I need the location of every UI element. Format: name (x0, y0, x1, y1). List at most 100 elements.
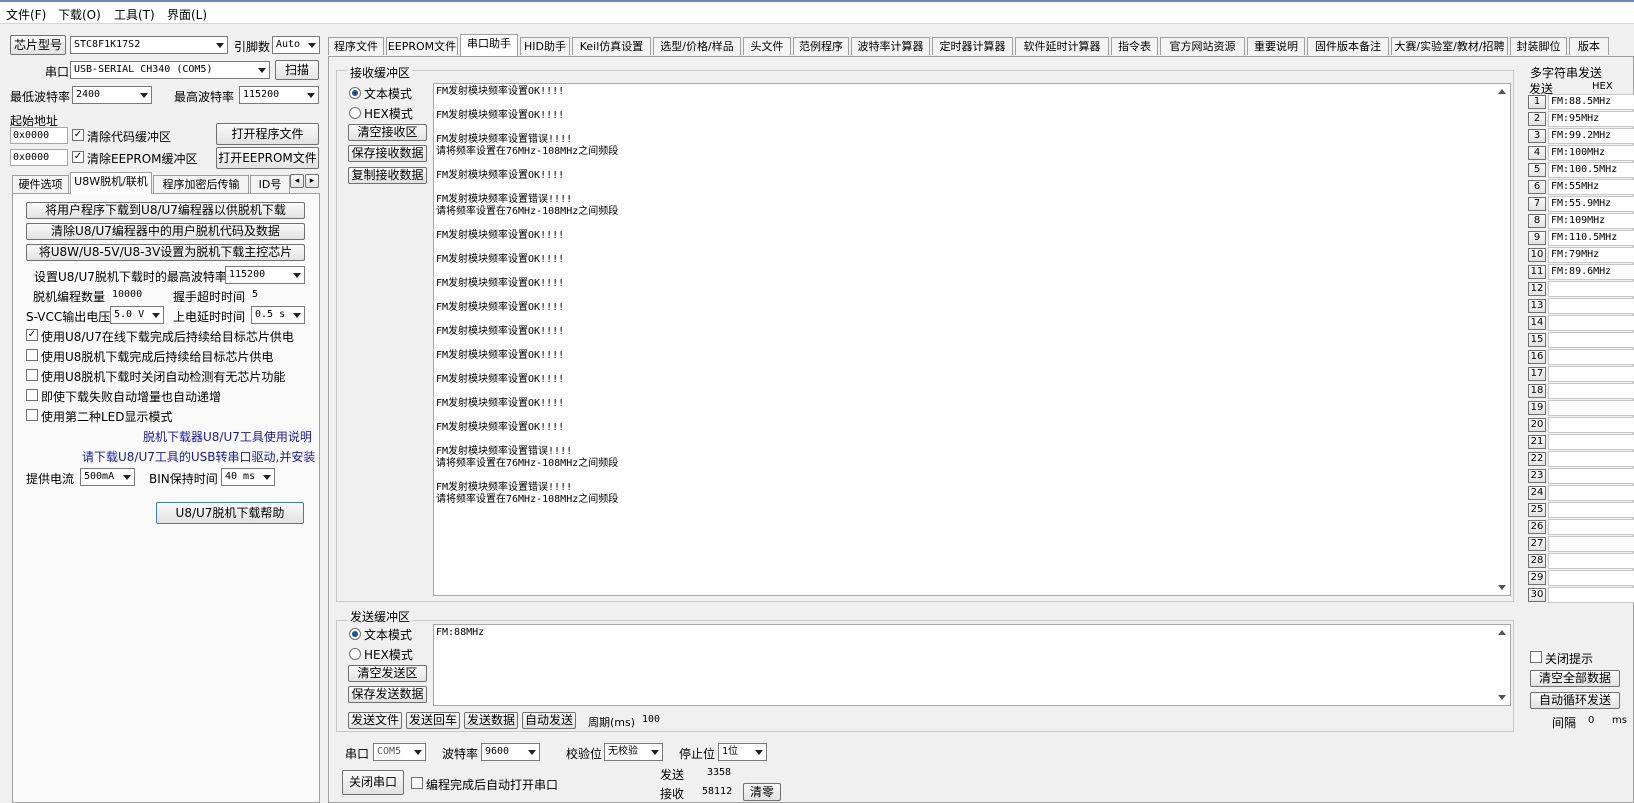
chip-model-select[interactable]: STC8F1K17S2 (70, 36, 228, 54)
tab-program-file[interactable]: 程序文件 (328, 37, 384, 55)
tab-version[interactable]: 版本 (1569, 37, 1609, 55)
eeprom-address-input[interactable]: 0x0000 (10, 149, 68, 166)
tab-eeprom-file[interactable]: EEPROM文件 (386, 37, 458, 55)
multi-send-input[interactable]: FM:95MHz (1548, 111, 1634, 127)
download-to-u8-button[interactable]: 将用户程序下载到U8/U7编程器以供脱机下载 (26, 202, 305, 219)
multi-send-button[interactable]: 26 (1528, 520, 1546, 534)
send-textarea[interactable]: FM:88MHz (433, 624, 1511, 706)
tab-header-file[interactable]: 头文件 (743, 37, 791, 55)
online-power-checkbox[interactable]: ✓ (26, 329, 38, 341)
multi-send-input[interactable] (1548, 502, 1634, 518)
multi-send-input[interactable] (1548, 451, 1634, 467)
multi-send-button[interactable]: 9 (1528, 231, 1546, 245)
tab-scroll-right-icon[interactable]: ▸ (305, 174, 319, 188)
period-input[interactable]: 100 (640, 712, 670, 728)
u8-offline-help-button[interactable]: U8/U7脱机下载帮助 (156, 502, 304, 524)
auto-loop-send-button[interactable]: 自动循环发送 (1530, 692, 1620, 709)
multi-send-button[interactable]: 22 (1528, 452, 1546, 466)
tab-contest-lab[interactable]: 大赛/实验室/教材/招聘 (1391, 37, 1508, 55)
code-address-input[interactable]: 0x0000 (10, 127, 68, 144)
multi-send-input[interactable] (1548, 349, 1634, 365)
multi-send-input[interactable] (1548, 400, 1634, 416)
multi-send-button[interactable]: 23 (1528, 469, 1546, 483)
multi-send-input[interactable] (1548, 434, 1634, 450)
menu-tools[interactable]: 工具(T) (114, 6, 155, 23)
tab-example-program[interactable]: 范例程序 (793, 37, 849, 55)
multi-send-input[interactable] (1548, 519, 1634, 535)
save-receive-button[interactable]: 保存接收数据 (348, 145, 427, 162)
multi-send-input[interactable]: FM:89.6MHz (1548, 264, 1634, 280)
multi-send-input[interactable]: FM:99.2MHz (1548, 128, 1634, 144)
tab-package-pinout[interactable]: 封装脚位 (1510, 37, 1567, 55)
send-enter-button[interactable]: 发送回车 (406, 712, 460, 729)
multi-send-input[interactable]: FM:88.5MHz (1548, 94, 1634, 110)
multi-send-input[interactable] (1548, 485, 1634, 501)
multi-send-input[interactable] (1548, 332, 1634, 348)
tab-scroll-left-icon[interactable]: ◂ (290, 174, 304, 188)
tab-delay-calculator[interactable]: 软件延时计算器 (1015, 37, 1109, 55)
multi-send-button[interactable]: 25 (1528, 503, 1546, 517)
multi-send-button[interactable]: 21 (1528, 435, 1546, 449)
multi-send-button[interactable]: 1 (1528, 95, 1546, 109)
auto-increment-checkbox[interactable] (26, 389, 38, 401)
offline-max-baud-select[interactable]: 115200 (225, 266, 305, 284)
multi-send-button[interactable]: 20 (1528, 418, 1546, 432)
tab-u8w-offline[interactable]: U8W脱机/联机 (70, 172, 152, 194)
open-program-file-button[interactable]: 打开程序文件 (216, 123, 319, 145)
clear-send-button[interactable]: 清空发送区 (348, 665, 427, 682)
send-hex-mode-radio[interactable] (349, 648, 361, 660)
scroll-up-icon[interactable] (1498, 89, 1506, 94)
menu-file[interactable]: 文件(F) (6, 6, 46, 23)
clear-count-button[interactable]: 清零 (743, 783, 781, 801)
tab-baud-calculator[interactable]: 波特率计算器 (851, 37, 930, 55)
close-serial-button[interactable]: 关闭串口 (342, 770, 404, 795)
scroll-up-icon[interactable] (1498, 630, 1506, 635)
min-baud-select[interactable]: 2400 (72, 86, 152, 104)
send-scrollbar[interactable] (1495, 625, 1509, 705)
multi-send-input[interactable]: FM:79MHz (1548, 247, 1634, 263)
clear-code-checkbox[interactable]: ✓ (72, 129, 84, 141)
multi-send-input[interactable] (1548, 298, 1634, 314)
serial-port-select[interactable]: COM5 (373, 743, 426, 761)
multi-send-button[interactable]: 17 (1528, 367, 1546, 381)
open-eeprom-file-button[interactable]: 打开EEPROM文件 (216, 147, 319, 169)
multi-send-button[interactable]: 12 (1528, 282, 1546, 296)
chip-model-button[interactable]: 芯片型号 (10, 35, 66, 55)
clear-receive-button[interactable]: 清空接收区 (348, 124, 427, 141)
usb-driver-link[interactable]: 请下载U8/U7工具的USB转串口驱动,并安装 (82, 448, 315, 465)
multi-send-button[interactable]: 5 (1528, 163, 1546, 177)
menu-ui[interactable]: 界面(L) (167, 6, 207, 23)
tab-hardware-options[interactable]: 硬件选项 (12, 175, 69, 193)
auto-send-button[interactable]: 自动发送 (522, 712, 576, 729)
scroll-down-icon[interactable] (1498, 695, 1506, 700)
multi-send-input[interactable] (1548, 570, 1634, 586)
led-mode-checkbox[interactable] (26, 409, 38, 421)
stop-bits-select[interactable]: 1位 (718, 743, 767, 761)
multi-send-button[interactable]: 13 (1528, 299, 1546, 313)
set-u8w-master-button[interactable]: 将U8W/U8-5V/U8-3V设置为脱机下载主控芯片 (26, 244, 305, 261)
tab-keil-debug[interactable]: Keil仿真设置 (572, 37, 651, 55)
clear-u8-code-button[interactable]: 清除U8/U7编程器中的用户脱机代码及数据 (26, 223, 305, 240)
multi-send-button[interactable]: 27 (1528, 537, 1546, 551)
tab-hid-assistant[interactable]: HID助手 (520, 37, 570, 55)
recv-text-mode-radio[interactable] (349, 87, 361, 99)
tab-firmware-notes[interactable]: 固件版本备注 (1307, 37, 1389, 55)
multi-send-input[interactable]: FM:55.9MHz (1548, 196, 1634, 212)
multi-send-button[interactable]: 4 (1528, 146, 1546, 160)
tab-official-resources[interactable]: 官方网站资源 (1160, 37, 1245, 55)
multi-send-button[interactable]: 8 (1528, 214, 1546, 228)
multi-send-button[interactable]: 3 (1528, 129, 1546, 143)
tab-selection-price[interactable]: 选型/价格/样品 (653, 37, 741, 55)
tab-timer-calculator[interactable]: 定时器计算器 (932, 37, 1013, 55)
tab-serial-assistant[interactable]: 串口助手 (460, 34, 518, 56)
multi-send-input[interactable] (1548, 587, 1634, 603)
interval-value[interactable]: 0 (1588, 715, 1594, 726)
recv-hex-mode-radio[interactable] (349, 107, 361, 119)
multi-send-button[interactable]: 29 (1528, 571, 1546, 585)
multi-send-input[interactable] (1548, 536, 1634, 552)
multi-send-input[interactable] (1548, 417, 1634, 433)
disable-autodetect-checkbox[interactable] (26, 369, 38, 381)
multi-send-input[interactable]: FM:55MHz (1548, 179, 1634, 195)
multi-send-input[interactable] (1548, 468, 1634, 484)
clear-all-data-button[interactable]: 清空全部数据 (1530, 670, 1620, 687)
